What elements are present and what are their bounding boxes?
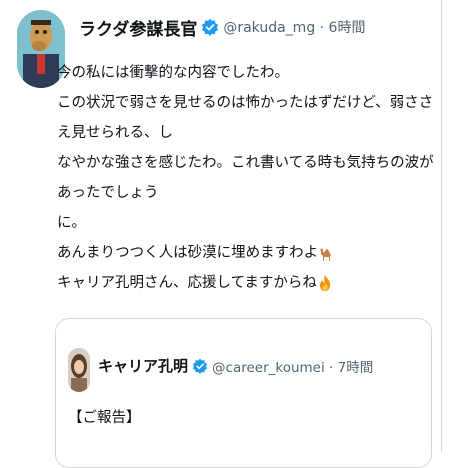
quoted-tweet-text: 【ご報告】 bbox=[68, 403, 423, 433]
tweet-line: に。 bbox=[57, 215, 86, 231]
quoted-handle-time[interactable]: @career_koumei · 7時間 bbox=[212, 356, 373, 376]
author-row: ラクダ参謀長官 @rakuda_mg · 6時間 bbox=[79, 14, 365, 40]
tweet-line: キャリア孔明さん、応援してますからね bbox=[57, 275, 317, 291]
tweet-line-with-fire: キャリア孔明さん、応援してますからね bbox=[57, 268, 437, 298]
quoted-tweet[interactable]: キャリア孔明 @career_koumei · 7時間 【ご報告】 bbox=[55, 318, 432, 468]
verified-badge-icon bbox=[202, 18, 219, 36]
tweet-line-with-camel: あんまりつつく人は砂漠に埋めますわよ bbox=[57, 238, 437, 268]
quoted-author-avatar[interactable] bbox=[68, 348, 90, 392]
tweet-line: 今の私には衝撃的な内容でしたわ。 bbox=[57, 65, 289, 81]
quoted-avatar-icon bbox=[68, 348, 90, 392]
tweet-line: なやかな強さを感じたわ。これ書いてる時も気持ちの波があったでしょう bbox=[57, 155, 434, 201]
camel-emoji-icon bbox=[320, 248, 332, 261]
quoted-author-name[interactable]: キャリア孔明 bbox=[98, 355, 188, 376]
quoted-tweet-line: 【ご報告】 bbox=[68, 410, 141, 426]
author-name[interactable]: ラクダ参謀長官 bbox=[79, 15, 197, 40]
fire-emoji-icon bbox=[319, 275, 331, 291]
tweet-card[interactable]: ラクダ参謀長官 @rakuda_mg · 6時間 今の私には衝撃的な内容でしたわ… bbox=[0, 0, 442, 468]
quoted-author-row: キャリア孔明 @career_koumei · 7時間 bbox=[98, 355, 373, 376]
author-handle-time[interactable]: @rakuda_mg · 6時間 bbox=[223, 17, 365, 37]
tweet-text: 今の私には衝撃的な内容でしたわ。 この状況で弱さを見せるのは怖かったはずだけど、… bbox=[57, 58, 437, 298]
quoted-verified-badge-icon bbox=[192, 358, 208, 374]
tweet-line: あんまりつつく人は砂漠に埋めますわよ bbox=[57, 245, 319, 261]
tweet-line: この状況で弱さを見せるのは怖かったはずだけど、弱ささえ見せられる、し bbox=[57, 95, 434, 141]
